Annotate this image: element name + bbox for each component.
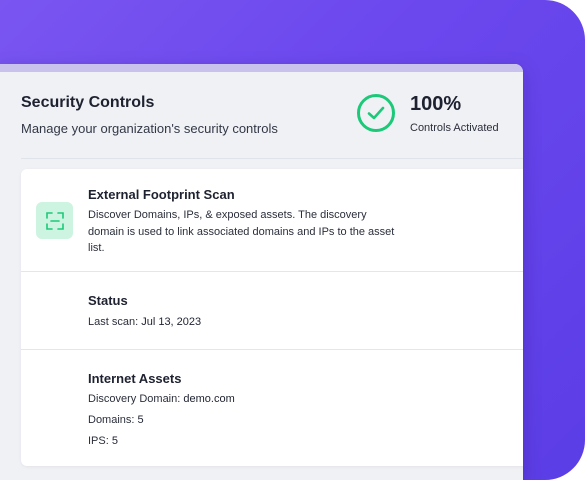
domains-row: Domains: 5 — [88, 414, 144, 426]
security-controls-window: Security Controls Manage your organizati… — [0, 64, 523, 480]
domains-value: 5 — [137, 414, 144, 426]
last-scan-label: Last scan: — [88, 316, 139, 328]
scan-frame-icon — [36, 202, 73, 239]
last-scan-value: Jul 13, 2023 — [141, 316, 202, 328]
scan-corners-icon — [45, 211, 64, 230]
domains-label: Domains: — [88, 414, 135, 426]
check-circle-icon — [357, 94, 395, 132]
last-scan-row: Last scan: Jul 13, 2023 — [88, 316, 201, 328]
scan-description: Discover Domains, IPs, & exposed assets.… — [88, 209, 395, 254]
controls-activated-value: 100% — [410, 93, 462, 115]
window-topbar — [0, 64, 523, 72]
row-divider — [21, 349, 523, 350]
external-footprint-card: External Footprint Scan Discover Domains… — [21, 169, 523, 466]
page-header: Security Controls Manage your organizati… — [21, 93, 511, 154]
ips-label: IPS: — [88, 435, 109, 447]
discovery-domain-label: Discovery Domain: — [88, 393, 181, 405]
controls-activated-label: Controls Activated — [410, 122, 499, 134]
status-title: Status — [88, 293, 128, 308]
ips-row: IPS: 5 — [88, 435, 118, 447]
discovery-domain-row: Discovery Domain: demo.com — [88, 393, 235, 405]
row-divider — [21, 271, 523, 272]
header-divider — [21, 158, 523, 159]
checkmark-icon — [367, 106, 385, 120]
internet-assets-title: Internet Assets — [88, 371, 182, 386]
scan-title: External Footprint Scan — [88, 187, 235, 202]
page-subtitle: Manage your organization's security cont… — [21, 121, 278, 136]
discovery-domain-value: demo.com — [183, 393, 235, 405]
ips-value: 5 — [111, 435, 118, 447]
page-title: Security Controls — [21, 94, 155, 111]
